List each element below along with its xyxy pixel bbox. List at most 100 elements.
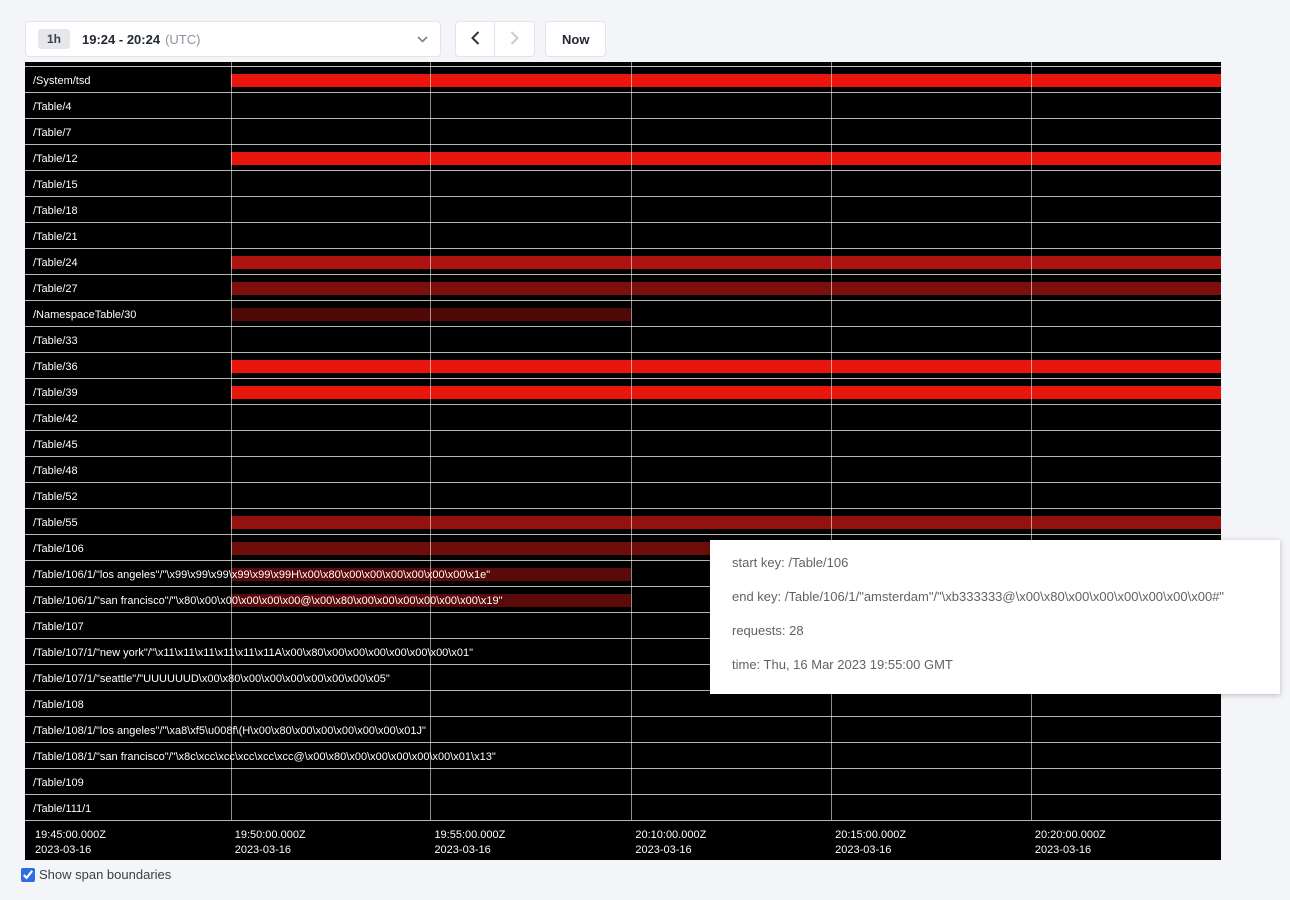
span-key-label: /Table/42 [33, 413, 78, 425]
span-row[interactable]: /Table/18 [25, 197, 1221, 223]
x-axis-date: 2023-03-16 [35, 843, 106, 858]
span-key-label: /Table/108 [33, 699, 84, 711]
span-row[interactable]: /Table/52 [25, 483, 1221, 509]
chevron-right-icon [510, 31, 519, 48]
span-key-label: /Table/18 [33, 205, 78, 217]
x-axis-label: 20:20:00.000Z2023-03-16 [1035, 828, 1106, 858]
x-axis-label: 19:50:00.000Z2023-03-16 [235, 828, 306, 858]
show-span-boundaries-label[interactable]: Show span boundaries [39, 867, 171, 882]
time-gridline [231, 62, 232, 820]
span-key-label: /Table/106/1/"los angeles"/"\x99\x99\x99… [33, 569, 490, 581]
span-key-label: /Table/39 [33, 387, 78, 399]
tooltip-requests: requests: 28 [732, 624, 1258, 638]
heat-bar[interactable] [231, 256, 1221, 269]
span-row[interactable]: /Table/55 [25, 509, 1221, 535]
time-gridline [831, 62, 832, 820]
now-button[interactable]: Now [545, 21, 606, 57]
x-axis-date: 2023-03-16 [235, 843, 306, 858]
span-key-label: /Table/7 [33, 127, 72, 139]
x-axis-time: 20:10:00.000Z [635, 828, 706, 843]
span-row[interactable]: /Table/7 [25, 119, 1221, 145]
span-key-label: /Table/108/1/"san francisco"/"\x8c\xcc\x… [33, 751, 496, 763]
span-row[interactable]: /Table/111/1 [25, 795, 1221, 821]
span-row[interactable]: /Table/108/1/"san francisco"/"\x8c\xcc\x… [25, 743, 1221, 769]
chevron-left-icon [471, 31, 480, 48]
show-span-boundaries-checkbox[interactable] [21, 868, 35, 882]
x-axis-date: 2023-03-16 [434, 843, 505, 858]
time-gridline [430, 62, 431, 820]
heat-bar[interactable] [231, 386, 1221, 399]
span-key-label: /NamespaceTable/30 [33, 309, 136, 321]
span-key-label: /Table/107 [33, 621, 84, 633]
span-key-label: /Table/55 [33, 517, 78, 529]
span-key-label: /Table/107/1/"seattle"/"UUUUUUD\x00\x80\… [33, 673, 390, 685]
x-axis-date: 2023-03-16 [835, 843, 906, 858]
span-key-label: /Table/27 [33, 283, 78, 295]
span-key-label: /Table/106/1/"san francisco"/"\x80\x00\x… [33, 595, 503, 607]
heat-bar[interactable] [231, 282, 1221, 295]
prev-time-button[interactable] [455, 21, 495, 57]
span-row[interactable]: /Table/24 [25, 249, 1221, 275]
span-key-label: /Table/111/1 [33, 803, 91, 815]
span-key-label: /Table/109 [33, 777, 84, 789]
tooltip-start-key: start key: /Table/106 [732, 556, 1258, 570]
x-axis-label: 19:45:00.000Z2023-03-16 [35, 828, 106, 858]
span-row[interactable]: /Table/21 [25, 223, 1221, 249]
span-row[interactable]: /Table/15 [25, 171, 1221, 197]
span-row[interactable]: /Table/109 [25, 769, 1221, 795]
time-range-select[interactable]: 1h 19:24 - 20:24 (UTC) [25, 21, 441, 57]
x-axis-time: 20:20:00.000Z [1035, 828, 1106, 843]
span-row[interactable]: /Table/33 [25, 327, 1221, 353]
span-key-label: /Table/108/1/"los angeles"/"\xa8\xf5\u00… [33, 725, 426, 737]
span-key-label: /Table/52 [33, 491, 78, 503]
x-axis-label: 20:15:00.000Z2023-03-16 [835, 828, 906, 858]
span-key-label: /Table/107/1/"new york"/"\x11\x11\x11\x1… [33, 647, 473, 659]
x-axis-label: 20:10:00.000Z2023-03-16 [635, 828, 706, 858]
time-nav-group [455, 21, 535, 57]
time-range-timezone: (UTC) [165, 32, 200, 47]
span-key-label: /Table/33 [33, 335, 78, 347]
span-row[interactable]: /Table/27 [25, 275, 1221, 301]
span-row[interactable]: /Table/108 [25, 691, 1221, 717]
time-range-badge: 1h [38, 29, 70, 49]
x-axis-time: 19:55:00.000Z [434, 828, 505, 843]
heat-bar[interactable] [231, 360, 1221, 373]
heatmap-rows: /System/tsd/Table/4/Table/7/Table/12/Tab… [25, 66, 1221, 821]
x-axis-date: 2023-03-16 [635, 843, 706, 858]
span-row[interactable]: /Table/12 [25, 145, 1221, 171]
heat-bar[interactable] [231, 74, 1221, 87]
span-row[interactable]: /Table/36 [25, 353, 1221, 379]
span-row[interactable]: /NamespaceTable/30 [25, 301, 1221, 327]
span-key-label: /Table/36 [33, 361, 78, 373]
span-row[interactable]: /Table/42 [25, 405, 1221, 431]
span-row[interactable]: /Table/108/1/"los angeles"/"\xa8\xf5\u00… [25, 717, 1221, 743]
span-row[interactable]: /System/tsd [25, 67, 1221, 93]
key-visualizer-canvas[interactable]: /System/tsd/Table/4/Table/7/Table/12/Tab… [25, 62, 1221, 860]
span-key-label: /System/tsd [33, 75, 90, 87]
heat-bar[interactable] [231, 152, 1221, 165]
span-row[interactable]: /Table/48 [25, 457, 1221, 483]
x-axis-date: 2023-03-16 [1035, 843, 1106, 858]
span-key-label: /Table/48 [33, 465, 78, 477]
chevron-down-icon [417, 36, 428, 43]
time-range-text: 19:24 - 20:24 [82, 32, 160, 47]
span-key-label: /Table/106 [33, 543, 84, 555]
span-key-label: /Table/45 [33, 439, 78, 451]
x-axis-time: 20:15:00.000Z [835, 828, 906, 843]
span-key-label: /Table/12 [33, 153, 78, 165]
heat-bar[interactable] [231, 516, 1221, 529]
next-time-button[interactable] [495, 21, 535, 57]
span-key-label: /Table/4 [33, 101, 72, 113]
span-row[interactable]: /Table/4 [25, 93, 1221, 119]
span-row[interactable]: /Table/39 [25, 379, 1221, 405]
time-gridline [1031, 62, 1032, 820]
span-row[interactable]: /Table/45 [25, 431, 1221, 457]
span-key-label: /Table/15 [33, 179, 78, 191]
tooltip-end-key: end key: /Table/106/1/"amsterdam"/"\xb33… [732, 590, 1258, 604]
span-key-label: /Table/21 [33, 231, 78, 243]
x-axis-label: 19:55:00.000Z2023-03-16 [434, 828, 505, 858]
x-axis-time: 19:45:00.000Z [35, 828, 106, 843]
tooltip-time: time: Thu, 16 Mar 2023 19:55:00 GMT [732, 658, 1258, 672]
time-gridline [631, 62, 632, 820]
span-tooltip: start key: /Table/106 end key: /Table/10… [710, 540, 1280, 694]
